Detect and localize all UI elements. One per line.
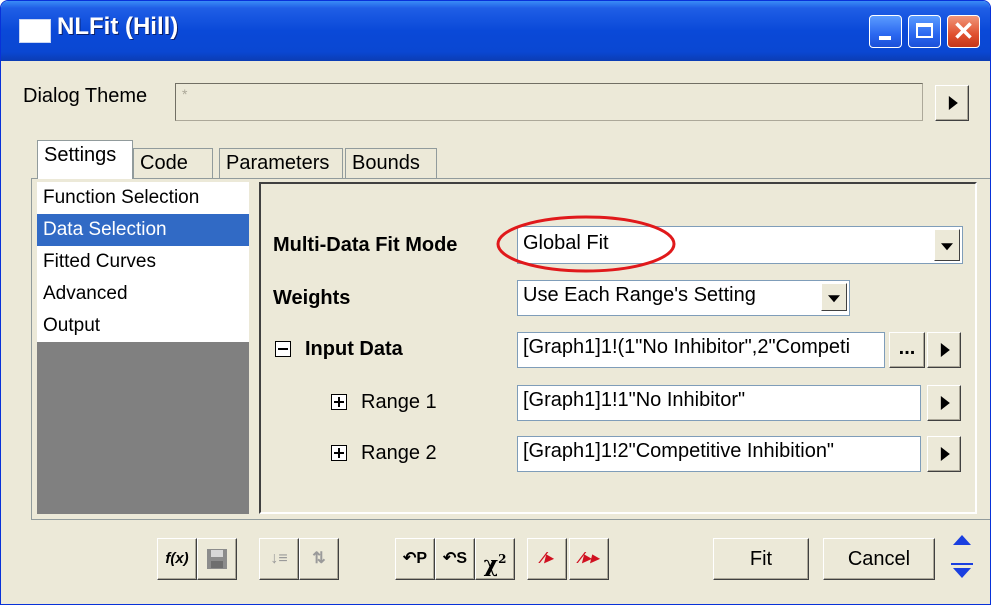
sort-icon: ↓≡ [270,550,288,567]
browse-button[interactable]: ... [889,332,925,368]
tab-bounds[interactable]: Bounds [345,148,437,178]
range-1-value: [Graph1]1!1"No Inhibitor" [523,389,746,411]
reset-p-icon: ↶P [402,550,428,567]
maximize-button[interactable] [908,15,941,48]
tab-code-label: Code [140,152,188,174]
tab-settings[interactable]: Settings [37,140,133,179]
reset-settings-button[interactable]: ↶S [435,538,475,580]
input-data-menu-button[interactable] [927,332,961,368]
tab-parameters-label: Parameters [226,152,330,174]
input-data-value: [Graph1]1!(1"No Inhibitor",2"Competi [523,336,851,358]
theme-menu-button[interactable] [935,85,969,121]
annotation-circle [496,215,676,273]
save-template-button[interactable] [197,538,237,580]
tab-settings-label: Settings [44,144,117,166]
reset-s-icon: ↶S [442,550,468,567]
range-2-label: Range 2 [361,442,437,464]
range-2-field[interactable]: [Graph1]1!2"Competitive Inhibition" [517,436,921,472]
weights-value: Use Each Range's Setting [523,284,756,306]
arrow-right-icon [940,343,950,357]
cancel-button[interactable]: Cancel [823,538,935,580]
tab-code[interactable]: Code [133,148,213,178]
cancel-button-label: Cancel [847,548,911,570]
range-2-value: [Graph1]1!2"Competitive Inhibition" [523,440,835,462]
dropdown-button[interactable] [934,229,960,261]
range-1-label: Range 1 [361,391,437,413]
fit-until-converged-button[interactable]: ⁄▸▸ [569,538,609,580]
nav-item-fitted-curves[interactable]: Fitted Curves [37,246,249,278]
multi-data-fit-mode-label: Multi-Data Fit Mode [273,234,458,256]
chi-square-icon: χ2 [484,539,507,584]
fit-one-iteration-button[interactable]: ⁄▸ [527,538,567,580]
chi-square-button[interactable]: χ2 [475,538,515,580]
dropdown-button[interactable] [821,283,847,311]
title-bar[interactable]: NLFit (Hill) ✕ [1,1,990,61]
collapse-icon[interactable] [275,341,291,357]
fit-button[interactable]: Fit [713,538,809,580]
expand-icon[interactable] [331,394,347,410]
close-icon: ✕ [952,16,975,46]
fx-icon: f(x) [165,550,189,567]
settings-nav-list: Function Selection Data Selection Fitted… [37,182,249,514]
tree-icon: ⇅ [312,550,326,567]
chevron-down-icon [941,243,953,251]
scroll-down-button[interactable] [947,557,977,585]
sort-button[interactable]: ↓≡ [259,538,299,580]
nav-item-data-selection[interactable]: Data Selection [37,214,249,246]
chi-sup: 2 [498,552,507,566]
range-1-menu-button[interactable] [927,385,961,421]
triangle-up-icon [953,535,971,545]
fit-until-converge-icon: ⁄▸▸ [579,550,599,567]
fit-button-label: Fit [749,548,773,570]
nav-item-function-selection[interactable]: Function Selection [37,182,249,214]
tab-bounds-label: Bounds [352,152,420,174]
fit-one-icon: ⁄▸ [541,550,553,567]
ellipsis-icon: ... [898,337,916,359]
arrow-right-icon [940,396,950,410]
nav-item-output[interactable]: Output [37,310,249,342]
arrow-right-icon [948,96,958,110]
nav-item-advanced[interactable]: Advanced [37,278,249,310]
minimize-icon [879,36,891,40]
chevron-down-icon [828,295,840,303]
maximize-icon [916,23,933,38]
weights-select[interactable]: Use Each Range's Setting [517,280,850,316]
triangle-down-icon [953,568,971,578]
close-button[interactable]: ✕ [947,15,980,48]
input-data-label: Input Data [305,338,403,360]
minimize-button[interactable] [869,15,902,48]
reset-parameters-button[interactable]: ↶P [395,538,435,580]
function-builder-button[interactable]: f(x) [157,538,197,580]
dialog-theme-input[interactable]: * [175,83,923,121]
tab-parameters[interactable]: Parameters [219,148,343,178]
input-data-field[interactable]: [Graph1]1!(1"No Inhibitor",2"Competi [517,332,885,368]
arrow-right-icon [940,447,950,461]
expand-icon[interactable] [331,445,347,461]
weights-label: Weights [273,287,351,309]
bar-icon [951,563,973,565]
window-icon [19,19,51,43]
dialog-theme-label: Dialog Theme [23,85,148,107]
chi-main: χ [483,551,499,578]
tree-button[interactable]: ⇅ [299,538,339,580]
scroll-up-button[interactable] [947,529,977,557]
nlfit-dialog: NLFit (Hill) ✕ Dialog Theme * Settings C… [0,0,991,605]
window-title: NLFit (Hill) [57,13,179,40]
save-icon [207,549,227,569]
range-1-field[interactable]: [Graph1]1!1"No Inhibitor" [517,385,921,421]
range-2-menu-button[interactable] [927,436,961,472]
